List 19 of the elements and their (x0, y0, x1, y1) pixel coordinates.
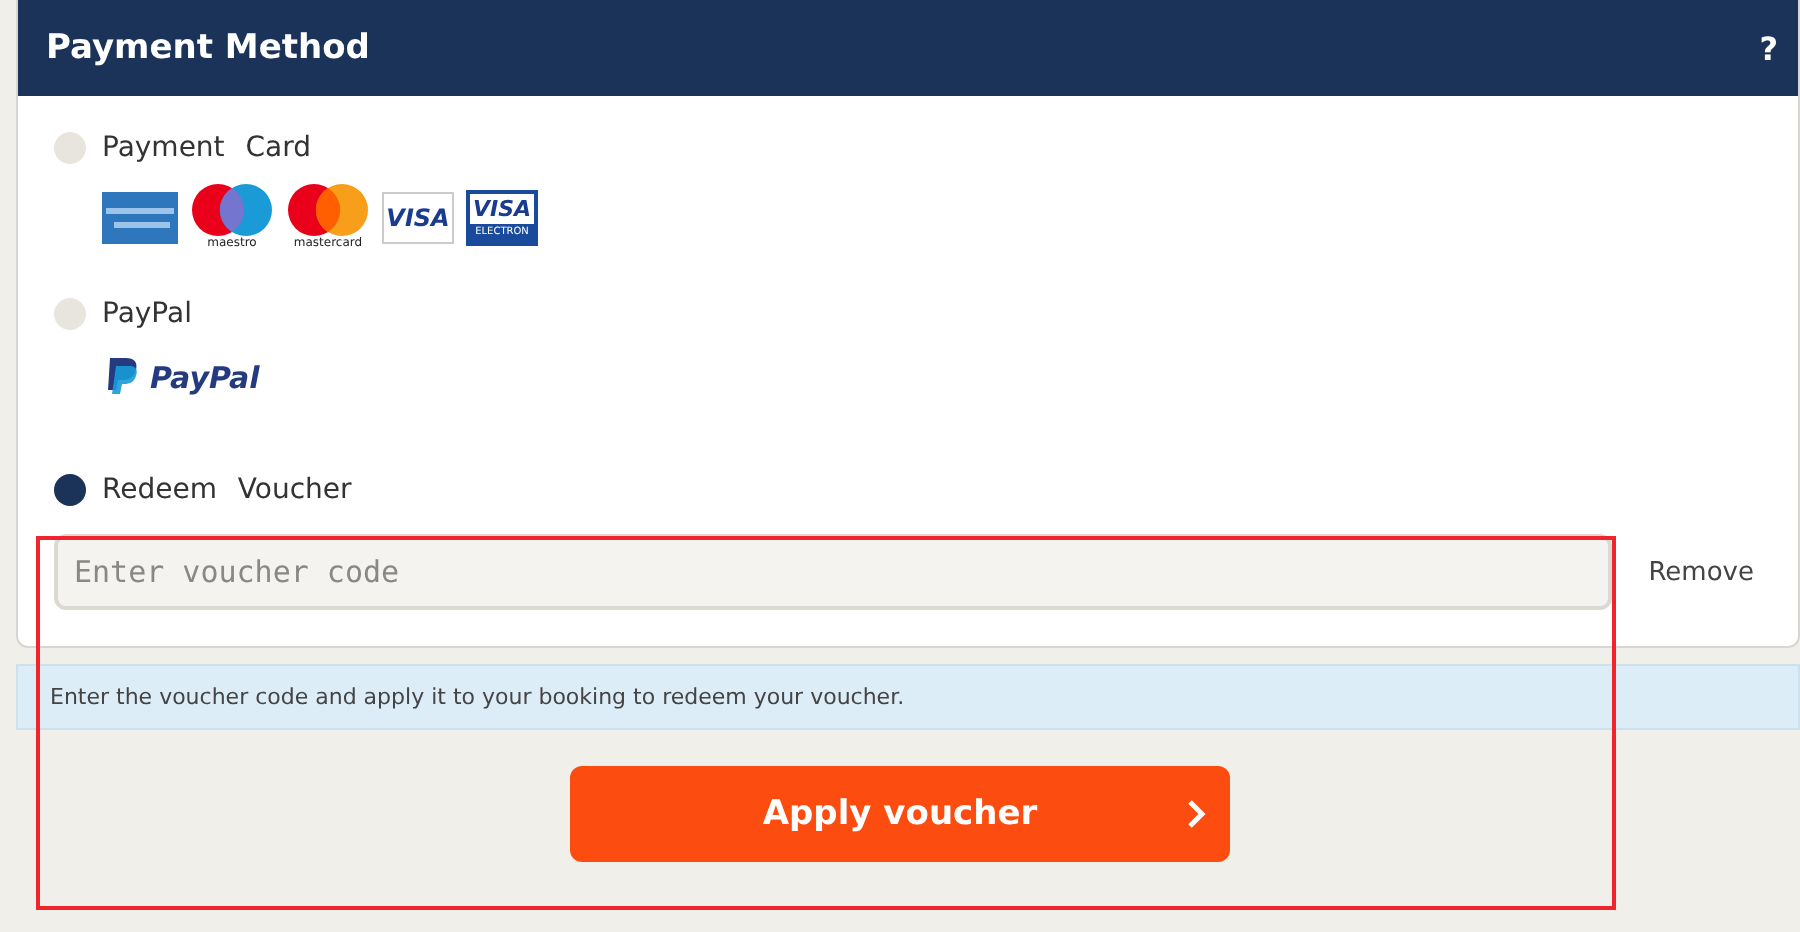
mastercard-logo-icon (286, 184, 370, 236)
radio-button[interactable] (54, 298, 86, 330)
chevron-right-icon (1186, 798, 1206, 830)
remove-link[interactable]: Remove (1648, 557, 1754, 587)
option-label[interactable]: PayPal (102, 298, 192, 330)
info-message: Enter the voucher code and apply it to your booking to redeem your voucher. (16, 664, 1800, 730)
amex-logo-icon (102, 191, 178, 243)
voucher-field[interactable]: Enter voucher code (54, 534, 1613, 610)
option-label[interactable]: Payment Card (102, 132, 311, 164)
option-label[interactable]: Redeem Voucher (102, 474, 352, 506)
radio-button[interactable] (54, 132, 86, 164)
paypal-logo-icon (106, 358, 138, 398)
help-link[interactable]: ? (1759, 29, 1778, 67)
visa-logo: VISA (472, 193, 532, 223)
visa-logo: VISA (382, 191, 454, 243)
section-title: Payment Method (46, 28, 370, 68)
maestro-logo-icon (190, 184, 274, 236)
radio-button[interactable] (54, 474, 86, 506)
paypal-logo: PayPal (150, 360, 260, 396)
